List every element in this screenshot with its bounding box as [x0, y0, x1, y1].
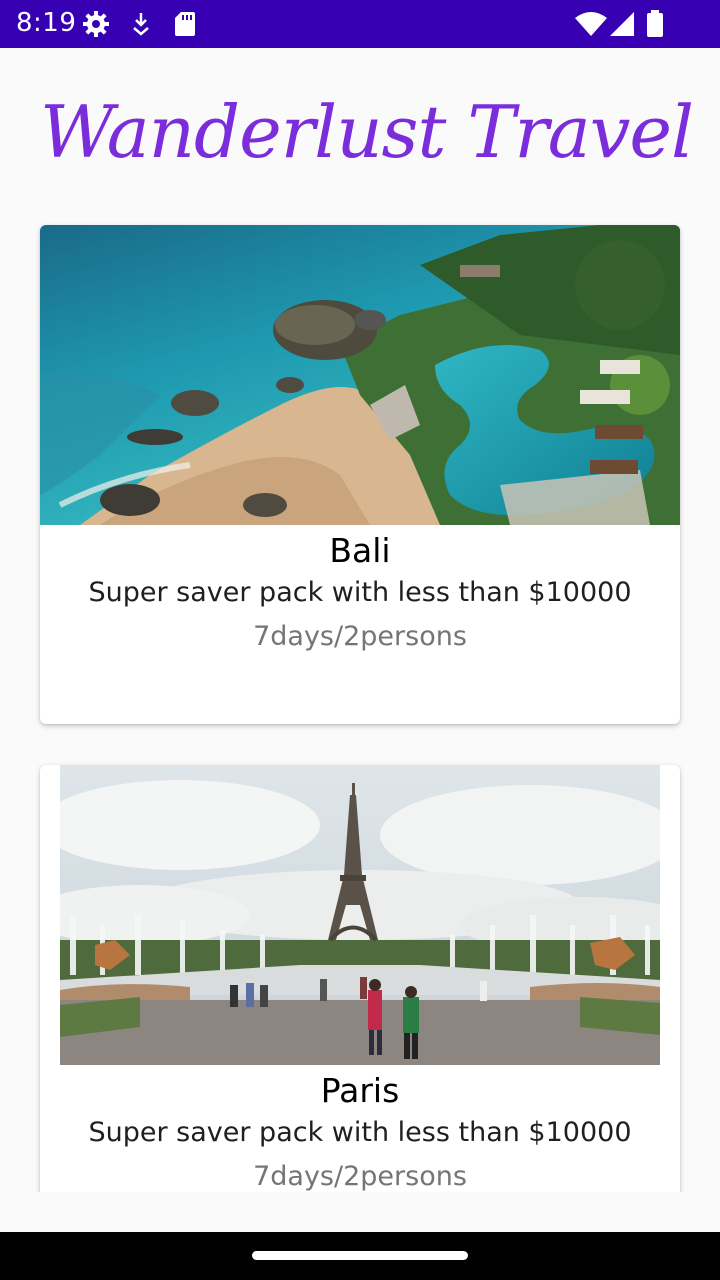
status-bar: 8:19	[0, 0, 720, 48]
app-title: Wanderlust Travel	[40, 90, 694, 174]
eiffel-tower-photo	[60, 765, 660, 1065]
settings-gear-icon	[82, 10, 110, 43]
destination-name: Bali	[329, 531, 391, 570]
destination-card-paris[interactable]: Paris Super saver pack with less than $1…	[40, 765, 680, 1192]
destination-duration: 7days/2persons	[253, 1161, 467, 1192]
bali-coast-photo	[40, 225, 680, 525]
destination-card-bali[interactable]: Bali Super saver pack with less than $10…	[40, 225, 680, 724]
app-screen: Wanderlust Travel Bali Super saver pack …	[0, 48, 720, 1192]
destination-duration: 7days/2persons	[253, 621, 467, 652]
status-time: 8:19	[16, 8, 77, 38]
wifi-icon	[574, 10, 608, 43]
navigation-bar	[0, 1232, 720, 1280]
download-notification-icon	[130, 10, 152, 43]
home-gesture-handle[interactable]	[252, 1251, 468, 1260]
destination-description: Super saver pack with less than $10000	[88, 577, 632, 608]
cell-signal-icon	[608, 10, 636, 43]
destination-name: Paris	[320, 1071, 400, 1110]
battery-icon	[646, 10, 664, 43]
destination-description: Super saver pack with less than $10000	[88, 1117, 632, 1148]
sd-card-icon	[174, 10, 196, 43]
